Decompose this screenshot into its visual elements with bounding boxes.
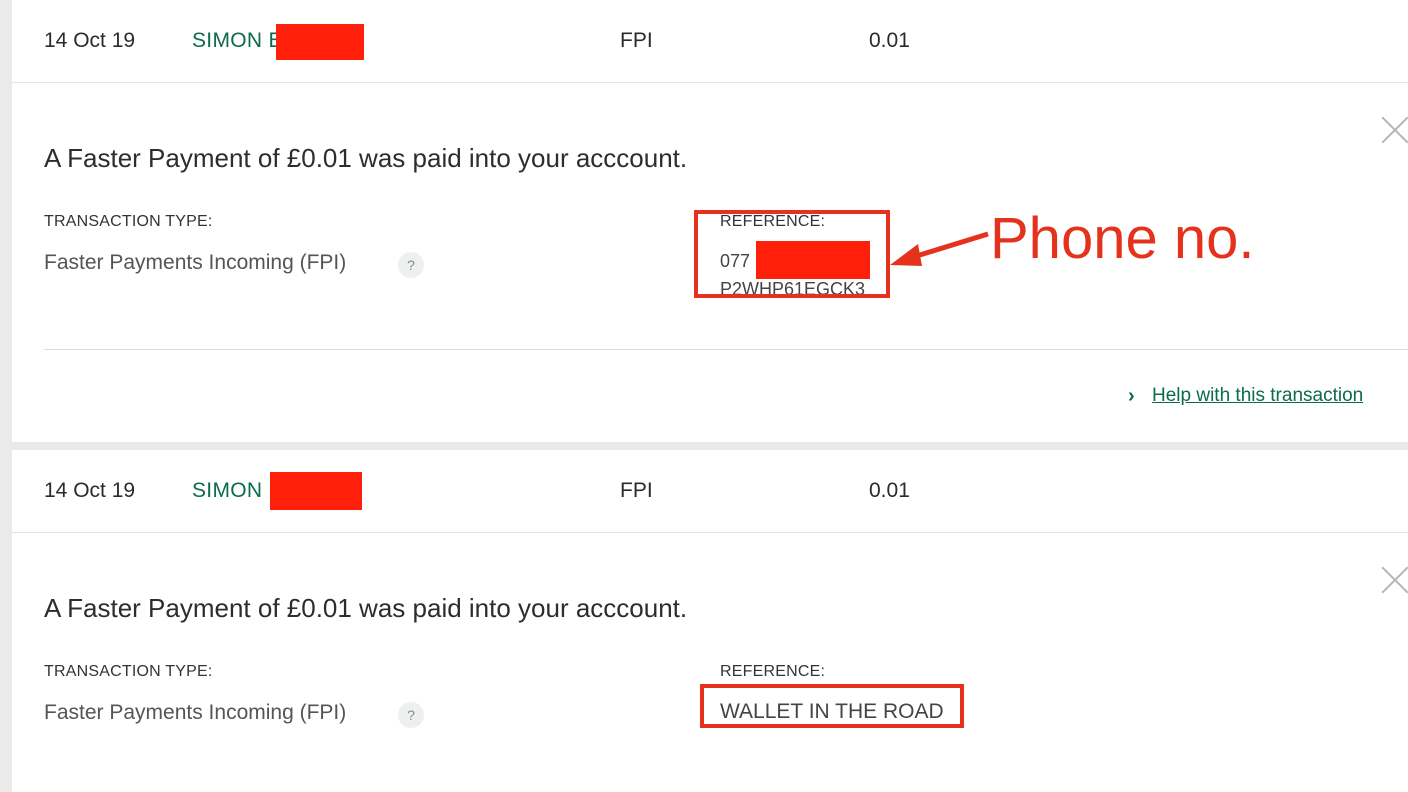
transaction-amount: 0.01 — [869, 479, 910, 502]
divider — [44, 349, 1408, 350]
transaction-row[interactable]: 14 Oct 19 SIMON E FPI 0.01 — [12, 0, 1408, 83]
reference-label: REFERENCE: — [720, 663, 826, 680]
transaction-type-label: TRANSACTION TYPE: — [44, 663, 213, 680]
transaction-type-value: Faster Payments Incoming (FPI) — [44, 701, 347, 724]
annotation-label: Phone no. — [990, 206, 1255, 271]
transaction-name: SIMON — [192, 479, 263, 502]
chevron-right-icon: › — [1128, 385, 1135, 407]
close-icon[interactable] — [1380, 115, 1408, 145]
transaction-headline: A Faster Payment of £0.01 was paid into … — [44, 143, 688, 173]
transaction-amount: 0.01 — [869, 29, 910, 52]
redaction-box — [270, 472, 362, 510]
transaction-headline: A Faster Payment of £0.01 was paid into … — [44, 593, 688, 623]
transaction-type-value: Faster Payments Incoming (FPI) — [44, 251, 347, 274]
close-icon[interactable] — [1380, 565, 1408, 595]
annotation-highlight-box — [700, 684, 964, 728]
transaction-detail: A Faster Payment of £0.01 was paid into … — [12, 533, 1408, 792]
transaction-name: SIMON E — [192, 29, 283, 52]
transaction-row[interactable]: 14 Oct 19 SIMON FPI 0.01 — [12, 450, 1408, 533]
transaction-date: 14 Oct 19 — [44, 479, 136, 502]
transaction-type-label: TRANSACTION TYPE: — [44, 213, 213, 230]
annotation-highlight-box — [694, 210, 890, 298]
transaction-card-2: 14 Oct 19 SIMON FPI 0.01 A Faster Paymen… — [12, 450, 1408, 792]
help-with-transaction-link[interactable]: Help with this transaction — [1152, 385, 1363, 407]
transaction-type-code: FPI — [620, 29, 653, 52]
question-icon[interactable]: ? — [398, 702, 424, 728]
question-icon[interactable]: ? — [398, 252, 424, 278]
transaction-type-code: FPI — [620, 479, 653, 502]
redaction-box — [276, 24, 364, 60]
transaction-date: 14 Oct 19 — [44, 29, 136, 52]
